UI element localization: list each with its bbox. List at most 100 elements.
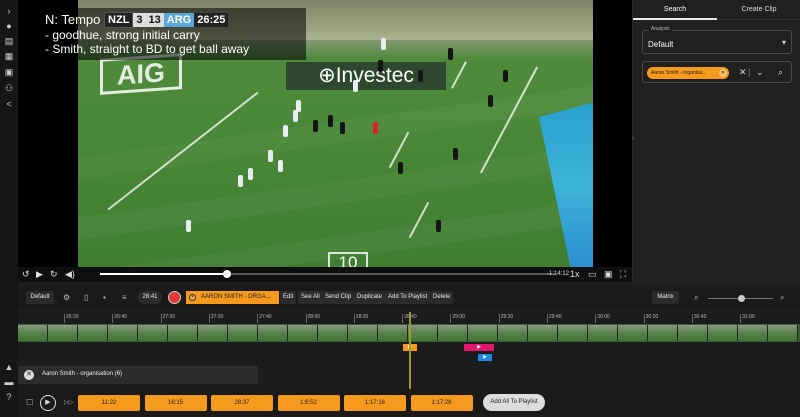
team-icon[interactable]: ⚇	[3, 82, 15, 94]
record-button[interactable]	[168, 291, 181, 304]
timeline-thumbnail[interactable]	[408, 325, 438, 341]
timeline-thumbnail[interactable]	[468, 325, 498, 341]
analysis-select[interactable]: Analysis Default ▾	[642, 26, 792, 54]
playlist-clip[interactable]: 1:17:16	[344, 395, 406, 411]
timeline-thumbnail[interactable]	[738, 325, 768, 341]
search-icon[interactable]: ⌕	[778, 66, 783, 78]
timeline-thumbnail[interactable]	[558, 325, 588, 341]
close-icon[interactable]: ✕	[24, 370, 34, 380]
timeline-thumbnail[interactable]	[648, 325, 678, 341]
ruler-label: 28:00	[307, 314, 321, 320]
timeline-thumbnail[interactable]	[228, 325, 258, 341]
checkbox-icon[interactable]: ☐	[26, 397, 33, 409]
timeline-thumbnail[interactable]	[348, 325, 378, 341]
save-icon[interactable]: ▪	[103, 291, 106, 304]
default-view-button[interactable]: Default	[26, 291, 54, 304]
timeline-thumbnail[interactable]	[258, 325, 288, 341]
timeline-thumbnail[interactable]	[318, 325, 348, 341]
send-clip-button[interactable]: Send Clip	[322, 291, 355, 304]
team-away: ARG	[163, 13, 195, 27]
ruler-tick	[595, 314, 597, 323]
timeline-thumbnail[interactable]	[768, 325, 798, 341]
timeline-thumbnail[interactable]	[618, 325, 648, 341]
ruler-label: 26:40	[114, 314, 127, 320]
playlist-clip[interactable]: 16:15	[144, 395, 207, 411]
chip-remove-icon[interactable]: ✕	[719, 69, 727, 77]
help-icon[interactable]: ●	[3, 20, 15, 32]
tab-search[interactable]: Search	[633, 0, 717, 20]
list-icon[interactable]: ≡	[122, 291, 127, 304]
timeline-thumbnail[interactable]	[678, 325, 708, 341]
play-icon[interactable]: ▶	[36, 268, 43, 280]
clear-icon[interactable]: ✕	[739, 66, 747, 78]
timeline-thumbnail[interactable]	[78, 325, 108, 341]
matrix-button[interactable]: Matrix	[652, 291, 679, 304]
clip-marker[interactable]: ▶	[464, 344, 494, 351]
zoom-in-icon[interactable]: ⌕	[780, 291, 784, 304]
timeline-thumbnail[interactable]	[168, 325, 198, 341]
zoom-out-icon[interactable]: ⌕	[694, 291, 698, 304]
delete-button[interactable]: Delete	[430, 291, 454, 304]
chevron-down-icon[interactable]: ⌄	[756, 66, 764, 78]
trash-icon[interactable]: ▯	[84, 291, 88, 304]
fullscreen-icon[interactable]: ⛶	[620, 268, 626, 280]
timeline-thumbnail[interactable]	[708, 325, 738, 341]
captions-icon[interactable]: ▭	[588, 268, 597, 280]
ruler-tick	[64, 314, 65, 323]
video-player[interactable]: AIG ⊕Investec 10 N: Tempo NZL 3 13 ARG 26:25…	[18, 0, 632, 282]
zoom-thumb[interactable]	[737, 295, 745, 302]
timeline-thumbnail[interactable]	[588, 325, 618, 341]
tab-create-clip[interactable]: Create Clip	[717, 0, 800, 20]
progress-bar[interactable]	[100, 270, 555, 278]
ruler-label: 31:00	[742, 314, 755, 320]
filter-chip[interactable]: Aaron Smith - organisa... ✕	[647, 67, 729, 79]
chat-icon[interactable]: ▬	[3, 376, 15, 388]
picture-in-picture-icon[interactable]: ▣	[604, 268, 613, 280]
playlist-clip[interactable]: 11:22	[78, 395, 140, 411]
timeline-thumbnail[interactable]	[288, 325, 318, 341]
edit-button[interactable]: Edit	[280, 291, 297, 304]
timeline-thumbnail[interactable]	[138, 325, 168, 341]
playlist-header: ✕ Aaron Smith - organisation (6)	[18, 366, 258, 384]
play-icon[interactable]: ▶	[40, 395, 56, 411]
add-all-to-playlist-button[interactable]: Add All To Playlist	[483, 394, 545, 411]
graduation-icon[interactable]: ▲	[3, 361, 15, 373]
timeline-thumbnail[interactable]	[438, 325, 468, 341]
calendar-icon[interactable]: ▦	[3, 50, 15, 62]
expand-icon[interactable]: ›	[3, 5, 15, 17]
skip-icon[interactable]: ▷▷	[64, 397, 73, 409]
duplicate-button[interactable]: Duplicate	[354, 291, 386, 304]
progress-thumb[interactable]	[223, 270, 232, 278]
clip-tag-label: AARON SMITH - ORGA...	[201, 294, 271, 300]
panel-collapse-icon[interactable]: ›	[632, 135, 634, 142]
ruler-tick	[498, 314, 500, 323]
playlist-clip[interactable]: 1:6:52	[277, 395, 340, 411]
rewind-icon[interactable]: ↺	[22, 268, 30, 280]
playhead[interactable]	[409, 312, 411, 390]
timeline-thumbnail[interactable]	[48, 325, 78, 341]
clip-tag[interactable]: • AARON SMITH - ORGA...	[186, 291, 279, 304]
timeline-thumbnail[interactable]	[18, 325, 48, 341]
see-all-button[interactable]: See All	[298, 291, 323, 304]
clip-marker[interactable]: ▶	[478, 354, 492, 361]
playlist-clip[interactable]: 28:37	[211, 395, 273, 411]
question-icon[interactable]: ?	[3, 391, 15, 403]
timeline-thumbnail[interactable]	[498, 325, 528, 341]
timeline-thumbnail[interactable]	[528, 325, 558, 341]
volume-icon[interactable]: ◀)	[65, 268, 75, 280]
add-to-playlist-button[interactable]: Add To Playlist	[385, 291, 431, 304]
forward-icon[interactable]: ↻	[50, 268, 58, 280]
ruler-label: 27:00	[162, 314, 176, 320]
search-input[interactable]: Aaron Smith - organisa... ✕ ✕ | ⌄ ⌕	[642, 61, 792, 83]
speed-button[interactable]: 1x	[570, 268, 580, 280]
playlist-clip[interactable]: 1:17:28	[410, 395, 473, 411]
ruler-tick	[208, 314, 210, 323]
zoom-slider[interactable]	[708, 295, 773, 302]
gear-icon[interactable]: ⚙	[63, 291, 70, 304]
share-icon[interactable]: <	[3, 98, 15, 110]
timeline-thumbnail[interactable]	[198, 325, 228, 341]
library-icon[interactable]: ▣	[3, 66, 15, 78]
timeline-thumbnail[interactable]	[108, 325, 138, 341]
timeline-thumbnail[interactable]	[378, 325, 408, 341]
layers-icon[interactable]: ▤	[3, 35, 15, 47]
